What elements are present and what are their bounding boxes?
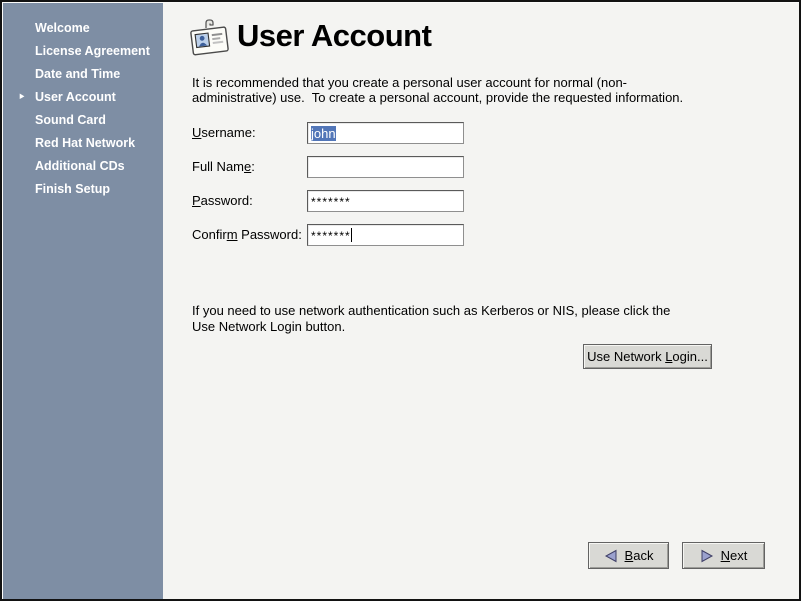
password-label: Password: bbox=[192, 190, 253, 212]
page-title: User Account bbox=[237, 18, 431, 54]
active-step-arrow-icon: ‣ bbox=[18, 86, 26, 109]
intro-text: It is recommended that you create a pers… bbox=[192, 75, 683, 105]
sidebar-item-additional-cds: Additional CDs bbox=[3, 155, 163, 178]
back-button-label: Back bbox=[625, 548, 654, 563]
next-button-label: Next bbox=[721, 548, 748, 563]
intro-line-1: It is recommended that you create a pers… bbox=[192, 75, 683, 90]
sidebar-item-date-and-time: Date and Time bbox=[3, 63, 163, 86]
username-label: Username: bbox=[192, 122, 256, 144]
sidebar-item-license-agreement: License Agreement bbox=[3, 40, 163, 63]
network-auth-note: If you need to use network authenticatio… bbox=[192, 303, 670, 334]
sidebar-item-label: Welcome bbox=[35, 21, 90, 35]
full-name-input[interactable] bbox=[307, 156, 464, 178]
wizard-steps-sidebar: Welcome License Agreement Date and Time … bbox=[3, 3, 163, 599]
sidebar-item-label: Sound Card bbox=[35, 113, 106, 127]
use-network-login-button[interactable]: Use Network Login... bbox=[583, 344, 712, 369]
confirm-password-label: Confirm Password: bbox=[192, 224, 302, 246]
sidebar-item-user-account: ‣ User Account bbox=[3, 86, 163, 109]
sidebar-item-finish-setup: Finish Setup bbox=[3, 178, 163, 201]
main-content: User Account It is recommended that you … bbox=[163, 2, 799, 599]
sidebar-item-label: Finish Setup bbox=[35, 182, 110, 196]
next-arrow-icon bbox=[700, 549, 714, 563]
sidebar-item-label: Additional CDs bbox=[35, 159, 125, 173]
sidebar-item-label: User Account bbox=[35, 90, 116, 104]
sidebar-item-label: Red Hat Network bbox=[35, 136, 135, 150]
back-arrow-icon bbox=[604, 549, 618, 563]
username-input[interactable]: john bbox=[307, 122, 464, 144]
password-input[interactable]: ******* bbox=[307, 190, 464, 212]
id-badge-icon bbox=[188, 15, 230, 59]
sidebar-item-red-hat-network: Red Hat Network bbox=[3, 132, 163, 155]
sidebar-item-welcome: Welcome bbox=[3, 17, 163, 40]
selected-text: john bbox=[311, 126, 336, 141]
network-note-line-1: If you need to use network authenticatio… bbox=[192, 303, 670, 319]
confirm-password-input[interactable]: ******* bbox=[307, 224, 464, 246]
next-button[interactable]: Next bbox=[682, 542, 765, 569]
sidebar-item-label: License Agreement bbox=[35, 44, 150, 58]
network-note-line-2: Use Network Login button. bbox=[192, 319, 670, 335]
intro-line-2: administrative) use. To create a persona… bbox=[192, 90, 683, 105]
sidebar-item-sound-card: Sound Card bbox=[3, 109, 163, 132]
back-button[interactable]: Back bbox=[588, 542, 669, 569]
sidebar-item-label: Date and Time bbox=[35, 67, 120, 81]
setup-agent-window: Welcome License Agreement Date and Time … bbox=[0, 0, 801, 601]
full-name-label: Full Name: bbox=[192, 156, 255, 178]
text-caret bbox=[351, 228, 352, 242]
